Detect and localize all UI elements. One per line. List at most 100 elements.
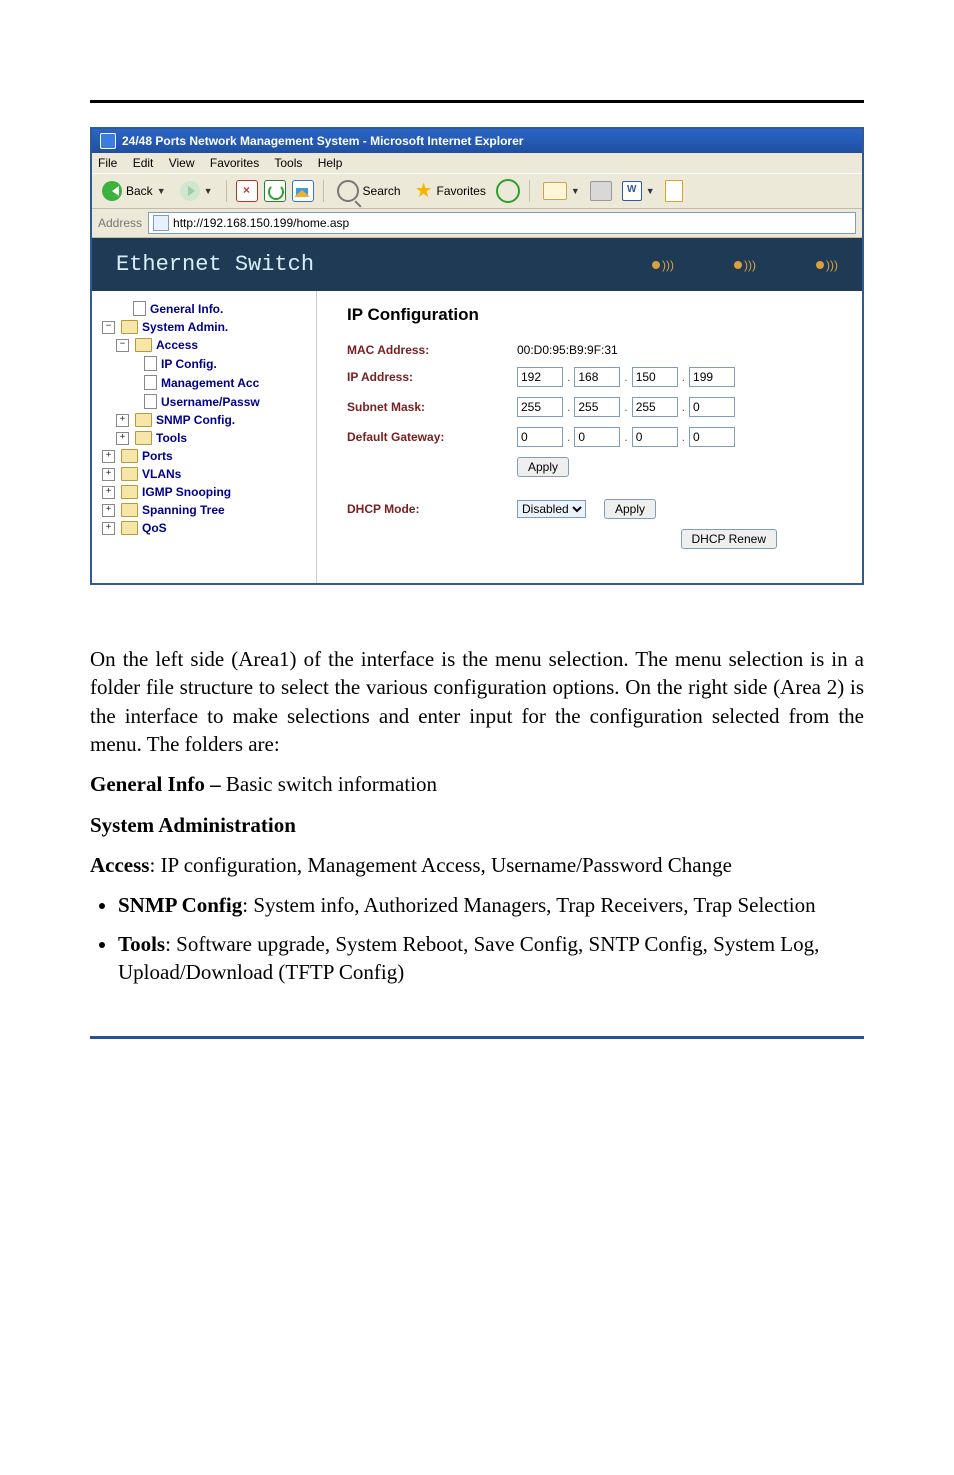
tree-ports[interactable]: +Ports xyxy=(102,447,312,465)
ip-octet-3[interactable] xyxy=(632,367,678,387)
page-icon xyxy=(144,394,157,409)
list-item-snmp: SNMP Config: System info, Authorized Man… xyxy=(118,891,864,919)
tree-general-info[interactable]: General Info. xyxy=(102,299,312,318)
folder-closed-icon xyxy=(121,503,138,517)
search-icon xyxy=(337,180,359,202)
subnet-mask-label: Subnet Mask: xyxy=(347,400,517,414)
history-button[interactable] xyxy=(496,179,520,203)
tree-tools[interactable]: +Tools xyxy=(102,429,312,447)
folder-closed-icon xyxy=(121,467,138,481)
window-title: 24/48 Ports Network Management System - … xyxy=(122,134,523,148)
ip-octet-4[interactable] xyxy=(689,367,735,387)
tree-qos[interactable]: +QoS xyxy=(102,519,312,537)
banner-title: Ethernet Switch xyxy=(116,252,314,277)
menu-favorites[interactable]: Favorites xyxy=(210,156,259,170)
dhcp-mode-select[interactable]: Disabled xyxy=(517,500,586,518)
ip-octet-2[interactable] xyxy=(574,367,620,387)
paragraph-general-info: General Info – Basic switch information xyxy=(90,770,864,798)
page-icon xyxy=(153,215,169,231)
expand-icon[interactable]: + xyxy=(102,504,115,517)
collapse-icon[interactable]: − xyxy=(116,339,129,352)
menu-file[interactable]: File xyxy=(98,156,117,170)
print-button[interactable] xyxy=(590,181,612,201)
gw-octet-1[interactable] xyxy=(517,427,563,447)
apply-ip-button[interactable]: Apply xyxy=(517,457,569,477)
expand-icon[interactable]: + xyxy=(102,450,115,463)
refresh-button[interactable] xyxy=(264,180,286,202)
ie-icon xyxy=(100,133,116,149)
mask-octet-3[interactable] xyxy=(632,397,678,417)
back-button[interactable]: Back ▼ xyxy=(98,179,170,203)
expand-icon[interactable]: + xyxy=(116,414,129,427)
gw-octet-2[interactable] xyxy=(574,427,620,447)
mac-address-label: MAC Address: xyxy=(347,343,517,357)
forward-button[interactable]: ▼ xyxy=(176,179,217,203)
tree-spanning-tree[interactable]: +Spanning Tree xyxy=(102,501,312,519)
discuss-button[interactable] xyxy=(665,180,683,202)
tree-access[interactable]: −Access xyxy=(102,336,312,354)
mac-address-value: 00:D0:95:B9:9F:31 xyxy=(517,343,618,357)
menu-tools[interactable]: Tools xyxy=(274,156,302,170)
wireless-icon: ))) xyxy=(816,258,838,272)
tree-ip-config[interactable]: IP Config. xyxy=(102,354,312,373)
document-body: On the left side (Area1) of the interfac… xyxy=(90,645,864,986)
folder-open-icon xyxy=(135,338,152,352)
ip-address-label: IP Address: xyxy=(347,370,517,384)
tree-management-access[interactable]: Management Acc xyxy=(102,373,312,392)
forward-icon xyxy=(180,181,200,201)
menu-bar: File Edit View Favorites Tools Help xyxy=(92,153,862,173)
folder-closed-icon xyxy=(121,521,138,535)
tree-username-password[interactable]: Username/Passw xyxy=(102,392,312,411)
expand-icon[interactable]: + xyxy=(116,432,129,445)
favorites-button[interactable]: ★Favorites xyxy=(411,180,490,202)
title-bar: 24/48 Ports Network Management System - … xyxy=(92,129,862,153)
folder-closed-icon xyxy=(135,413,152,427)
nav-tree: General Info. −System Admin. −Access IP … xyxy=(92,291,317,583)
stop-button[interactable]: × xyxy=(236,180,258,202)
dhcp-mode-label: DHCP Mode: xyxy=(347,502,517,516)
dhcp-renew-button[interactable]: DHCP Renew xyxy=(681,529,777,549)
tree-snmp-config[interactable]: +SNMP Config. xyxy=(102,411,312,429)
menu-edit[interactable]: Edit xyxy=(133,156,154,170)
mask-octet-1[interactable] xyxy=(517,397,563,417)
wireless-icon: ))) xyxy=(652,258,674,272)
tree-vlans[interactable]: +VLANs xyxy=(102,465,312,483)
menu-help[interactable]: Help xyxy=(318,156,343,170)
page-heading: IP Configuration xyxy=(347,305,844,325)
expand-icon[interactable]: + xyxy=(102,522,115,535)
expand-icon[interactable]: + xyxy=(102,486,115,499)
mail-button[interactable]: ▼ xyxy=(539,180,584,202)
folder-closed-icon xyxy=(121,485,138,499)
page-icon xyxy=(133,301,146,316)
mail-icon xyxy=(543,182,567,200)
expand-icon[interactable]: + xyxy=(102,468,115,481)
banner-wireless-icons: ))) ))) ))) xyxy=(652,258,838,272)
search-button[interactable]: Search xyxy=(333,178,405,204)
gw-octet-4[interactable] xyxy=(689,427,735,447)
page-icon xyxy=(144,356,157,371)
product-banner: Ethernet Switch ))) ))) ))) xyxy=(92,238,862,291)
tree-system-admin[interactable]: −System Admin. xyxy=(102,318,312,336)
mask-octet-4[interactable] xyxy=(689,397,735,417)
ip-octet-1[interactable] xyxy=(517,367,563,387)
collapse-icon[interactable]: − xyxy=(102,321,115,334)
address-bar: Address http://192.168.150.199/home.asp xyxy=(92,209,862,238)
browser-window: 24/48 Ports Network Management System - … xyxy=(90,127,864,585)
tree-igmp-snooping[interactable]: +IGMP Snooping xyxy=(102,483,312,501)
wireless-icon: ))) xyxy=(734,258,756,272)
mask-octet-2[interactable] xyxy=(574,397,620,417)
home-button[interactable] xyxy=(292,180,314,202)
edit-in-button[interactable]: W▼ xyxy=(618,179,659,203)
page-icon xyxy=(144,375,157,390)
list-item-tools: Tools: Software upgrade, System Reboot, … xyxy=(118,930,864,987)
gw-octet-3[interactable] xyxy=(632,427,678,447)
toolbar: Back ▼ ▼ × Search ★Favorites ▼ W▼ xyxy=(92,173,862,209)
apply-dhcp-button[interactable]: Apply xyxy=(604,499,656,519)
feature-list: SNMP Config: System info, Authorized Man… xyxy=(90,891,864,986)
folder-closed-icon xyxy=(121,449,138,463)
folder-open-icon xyxy=(121,320,138,334)
address-label: Address xyxy=(98,216,142,230)
address-input[interactable]: http://192.168.150.199/home.asp xyxy=(148,212,856,234)
back-icon xyxy=(102,181,122,201)
menu-view[interactable]: View xyxy=(169,156,195,170)
